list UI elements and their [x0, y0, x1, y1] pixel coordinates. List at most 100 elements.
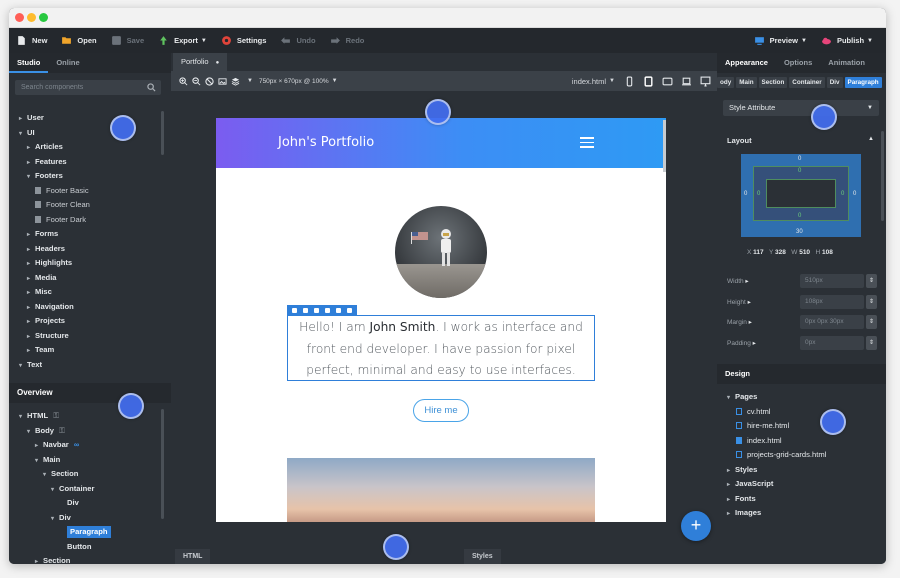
- chevron-right-icon[interactable]: ▸: [27, 141, 35, 156]
- chevron-down-icon[interactable]: ▾: [43, 468, 51, 483]
- pages-folder[interactable]: ▾ Pages: [727, 390, 882, 405]
- chevron-right-icon[interactable]: ▸: [27, 315, 35, 330]
- tab-appearance[interactable]: Appearance: [717, 53, 774, 73]
- stepper-icon[interactable]: ⇕: [866, 294, 877, 309]
- overview-tree-item[interactable]: ▾ Div: [9, 511, 163, 526]
- zoom-out-icon[interactable]: [192, 76, 201, 86]
- padding-bottom-value[interactable]: 0: [798, 213, 801, 219]
- layout-section-title[interactable]: Layout: [727, 136, 752, 145]
- property-label[interactable]: Height ▸: [727, 298, 751, 306]
- add-component-button[interactable]: +: [681, 511, 711, 541]
- overview-tree-item[interactable]: ▸ Section: [9, 554, 163, 564]
- overview-tree-item[interactable]: Button: [9, 540, 163, 555]
- tab-overview[interactable]: Overview: [9, 383, 61, 403]
- chevron-down-icon[interactable]: ▾: [35, 454, 43, 469]
- zoom-in-icon[interactable]: [179, 76, 188, 86]
- padding-right-value[interactable]: 0: [841, 191, 844, 197]
- page-file-item[interactable]: hire-me.html: [727, 419, 882, 434]
- desktop-icon[interactable]: [700, 76, 711, 87]
- overview-tree-item[interactable]: ▾ Body ⚿: [9, 424, 163, 439]
- intro-paragraph[interactable]: Hello! I am John Smith. I work as interf…: [287, 315, 595, 381]
- margin-right-value[interactable]: 0: [853, 191, 856, 197]
- file-select-dropdown[interactable]: index.html: [572, 77, 606, 86]
- chevron-right-icon[interactable]: ▸: [27, 330, 35, 345]
- tab-styles[interactable]: Styles: [464, 549, 501, 564]
- tab-portfolio[interactable]: Portfolio ●: [173, 53, 228, 71]
- chevron-right-icon[interactable]: ▸: [27, 272, 35, 287]
- property-value-input[interactable]: 510px: [800, 274, 864, 288]
- tab-html[interactable]: HTML: [175, 549, 211, 564]
- tab-online[interactable]: Online: [48, 53, 87, 73]
- component-tree-item[interactable]: ▸ Forms: [9, 227, 163, 242]
- save-button[interactable]: Save: [104, 28, 152, 53]
- image-icon[interactable]: [218, 77, 227, 86]
- tab-options[interactable]: Options: [774, 53, 818, 73]
- chevron-right-icon[interactable]: ▸: [27, 344, 35, 359]
- chevron-down-icon[interactable]: ▾: [27, 425, 35, 440]
- undo-button[interactable]: Undo: [273, 28, 322, 53]
- breadcrumb-item[interactable]: Div: [826, 76, 843, 88]
- margin-bottom-value[interactable]: 30: [796, 229, 803, 235]
- tab-studio[interactable]: Studio: [9, 53, 49, 73]
- property-value-input[interactable]: 108px: [800, 294, 864, 309]
- edit-icon[interactable]: [314, 307, 319, 313]
- chevron-right-icon[interactable]: ▸: [727, 507, 735, 522]
- chevron-down-icon[interactable]: ▾: [27, 170, 35, 185]
- component-tree-item[interactable]: ▾ UI: [9, 126, 163, 141]
- component-tree-item[interactable]: ▸ Headers: [9, 242, 163, 257]
- component-tree-item[interactable]: ▸ Media: [9, 271, 163, 286]
- style-attribute-select[interactable]: Style Attribute ▼: [723, 100, 879, 116]
- component-tree-item[interactable]: ▾ Text: [9, 358, 163, 373]
- component-tree-item[interactable]: ▸ Team: [9, 343, 163, 358]
- project-section-fonts[interactable]: ▸ Fonts: [727, 492, 882, 507]
- tablet-landscape-icon[interactable]: [662, 76, 673, 87]
- property-value-input[interactable]: 0px: [800, 335, 864, 350]
- breadcrumb-item[interactable]: ody: [717, 76, 735, 88]
- open-button[interactable]: Open: [54, 28, 103, 53]
- chevron-right-icon[interactable]: ▸: [19, 112, 27, 127]
- margin-left-value[interactable]: 0: [744, 191, 747, 197]
- hide-icon[interactable]: [336, 307, 341, 313]
- right-panel-scrollbar[interactable]: [881, 131, 884, 221]
- chevron-right-icon[interactable]: ▸: [35, 555, 43, 564]
- project-section-images[interactable]: ▸ Images: [727, 506, 882, 521]
- chevron-right-icon[interactable]: ▸: [27, 286, 35, 301]
- chevron-right-icon[interactable]: ▸: [27, 257, 35, 272]
- search-components-input[interactable]: Search components: [15, 80, 161, 95]
- breadcrumb-item[interactable]: Main: [736, 76, 757, 88]
- settings-button[interactable]: Settings: [214, 28, 274, 53]
- chevron-right-icon[interactable]: ▸: [727, 493, 735, 508]
- new-button[interactable]: New: [9, 28, 54, 53]
- margin-top-value[interactable]: 0: [798, 156, 801, 162]
- page-scrollbar[interactable]: [663, 120, 666, 172]
- box-model-diagram[interactable]: 0 0 0 30 0 0 0 0: [741, 154, 861, 237]
- component-tree-item[interactable]: ▸ Features: [9, 155, 163, 170]
- chevron-right-icon[interactable]: ▸: [27, 228, 35, 243]
- design-canvas[interactable]: John's Portfolio Hello! I am John Smith.…: [171, 91, 717, 549]
- chevron-right-icon[interactable]: ▸: [27, 301, 35, 316]
- overview-tree-item[interactable]: ▾ Main: [9, 453, 163, 468]
- landscape-image[interactable]: [287, 458, 595, 522]
- padding-top-value[interactable]: 0: [798, 168, 801, 174]
- property-label[interactable]: Margin ▸: [727, 318, 752, 326]
- minimize-window-button[interactable]: [27, 13, 36, 22]
- component-tree-item[interactable]: ▸ Navigation: [9, 300, 163, 315]
- chevron-down-icon[interactable]: ▾: [51, 512, 59, 527]
- chevron-right-icon[interactable]: ▸: [35, 439, 43, 454]
- maximize-window-button[interactable]: [39, 13, 48, 22]
- project-section-javascript[interactable]: ▸ JavaScript: [727, 477, 882, 492]
- profile-photo[interactable]: [395, 206, 487, 298]
- chevron-down-icon[interactable]: ▾: [19, 359, 27, 374]
- chevron-down-icon[interactable]: ▾: [51, 483, 59, 498]
- hamburger-menu-icon[interactable]: [580, 137, 594, 148]
- chevron-right-icon[interactable]: ▸: [27, 243, 35, 258]
- laptop-icon[interactable]: [681, 76, 692, 87]
- element-action-toolbar[interactable]: [287, 305, 357, 315]
- breadcrumb-item[interactable]: Paragraph: [844, 76, 882, 88]
- tab-design[interactable]: Design: [725, 364, 750, 384]
- component-tree-item[interactable]: Footer Dark: [9, 213, 163, 228]
- disable-icon[interactable]: [205, 76, 214, 86]
- property-value-input[interactable]: 0px 0px 30px: [800, 315, 864, 329]
- overview-tree-item[interactable]: ▾ Container: [9, 482, 163, 497]
- hire-me-button[interactable]: Hire me: [413, 399, 469, 422]
